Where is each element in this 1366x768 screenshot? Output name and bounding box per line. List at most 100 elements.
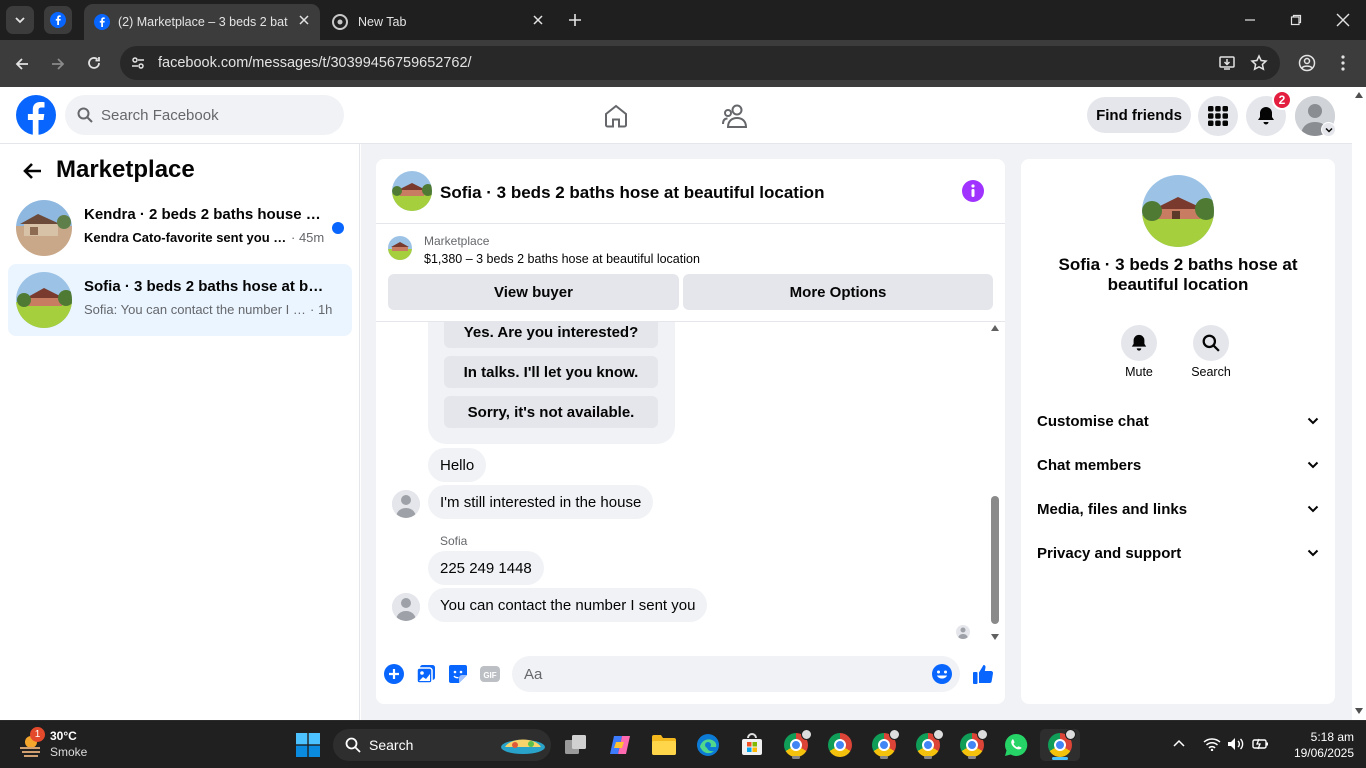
whatsapp-app[interactable] <box>1000 729 1032 761</box>
back-arrow-icon[interactable] <box>14 56 30 72</box>
quick-reply-button[interactable]: Yes. Are you interested? <box>444 322 658 348</box>
listing-thumbnail <box>16 272 72 328</box>
clock-date: 19/06/2025 <box>1293 746 1354 760</box>
tab-marketplace[interactable]: (2) Marketplace – 3 beds 2 bath <box>84 4 320 40</box>
scroll-down-arrow-icon[interactable] <box>1354 707 1364 715</box>
microsoft-store-app[interactable] <box>736 729 768 761</box>
home-icon[interactable] <box>603 103 629 129</box>
banner-label: Marketplace <box>424 234 490 248</box>
chat-title[interactable]: Sofia · 3 beds 2 baths hose at beautiful… <box>440 183 824 203</box>
chrome-profile-4[interactable] <box>912 729 944 761</box>
menu-button[interactable] <box>1198 96 1238 136</box>
gif-icon[interactable]: GIF <box>480 664 500 684</box>
scrollbar-thumb[interactable] <box>991 496 999 624</box>
find-friends-button[interactable]: Find friends <box>1087 97 1191 133</box>
new-tab-plus-icon[interactable] <box>568 13 582 27</box>
search-placeholder: Search Facebook <box>101 106 219 124</box>
mute-button[interactable] <box>1121 325 1157 361</box>
conversation-title: Sofia · 3 beds 2 baths hose at bea... <box>84 278 324 295</box>
chrome-active-window[interactable] <box>1040 729 1080 761</box>
wifi-icon[interactable] <box>1203 737 1221 751</box>
chrome-profile-2[interactable] <box>824 729 856 761</box>
scroll-up-arrow-icon[interactable] <box>990 324 1000 332</box>
message-scrollbar[interactable] <box>990 324 1000 644</box>
tab-new-tab[interactable]: New Tab <box>322 4 554 40</box>
clock[interactable]: 5:18 am 19/06/2025 <box>1278 729 1354 761</box>
more-options-button[interactable]: More Options <box>683 274 993 310</box>
search-facebook-input[interactable]: Search Facebook <box>65 95 344 135</box>
facebook-icon <box>50 12 66 28</box>
search-in-conversation-button[interactable] <box>1193 325 1229 361</box>
facebook-logo-icon[interactable] <box>16 95 56 135</box>
forward-arrow-icon[interactable] <box>50 56 66 72</box>
section-label: Chat members <box>1037 456 1142 474</box>
like-thumb-icon[interactable] <box>972 663 994 685</box>
weather-widget[interactable]: 1 30°C Smoke <box>14 727 124 761</box>
file-explorer-app[interactable] <box>648 729 680 761</box>
start-button[interactable] <box>292 729 324 761</box>
friends-icon[interactable] <box>721 103 749 129</box>
search-label: Search <box>1191 365 1231 379</box>
battery-icon[interactable] <box>1251 737 1269 751</box>
quick-reply-button[interactable]: Sorry, it's not available. <box>444 396 658 428</box>
taskbar-search-label: Search <box>369 737 414 753</box>
page-scrollbar[interactable] <box>1352 87 1366 720</box>
chrome-icon <box>332 14 348 30</box>
quick-reply-button[interactable]: In talks. I'll let you know. <box>444 356 658 388</box>
bookmark-star-icon[interactable] <box>1250 54 1268 72</box>
conversation-item-kendra[interactable]: Kendra · 2 beds 2 baths house at... Kend… <box>8 192 352 264</box>
scroll-up-arrow-icon[interactable] <box>1354 91 1364 99</box>
task-view-button[interactable] <box>560 729 592 761</box>
tab-search-button[interactable] <box>6 6 34 34</box>
tab-title: New Tab <box>358 15 407 29</box>
chat-avatar[interactable] <box>392 171 432 211</box>
message-input[interactable]: Aa <box>512 656 960 692</box>
browser-menu-icon[interactable] <box>1340 54 1346 72</box>
photo-gallery-icon[interactable] <box>416 664 436 684</box>
chrome-profile-5[interactable] <box>956 729 988 761</box>
install-app-icon[interactable] <box>1218 54 1236 72</box>
sticker-icon[interactable] <box>448 664 468 684</box>
listing-price-title[interactable]: $1,380 – 3 beds 2 baths hose at beautifu… <box>424 252 700 266</box>
chat-header: Sofia · 3 beds 2 baths hose at beautiful… <box>376 159 1005 224</box>
emoji-icon[interactable] <box>932 664 952 684</box>
taskbar-search-box[interactable]: Search <box>333 729 551 761</box>
conversation-info-icon[interactable] <box>962 180 984 202</box>
chrome-profile-1[interactable] <box>780 729 812 761</box>
close-window-icon[interactable] <box>1336 13 1350 27</box>
reload-icon[interactable] <box>86 55 102 71</box>
address-bar[interactable]: facebook.com/messages/t/3039945675965276… <box>120 46 1280 80</box>
conversation-time: · 1h <box>310 302 333 317</box>
edge-icon <box>697 734 719 756</box>
scroll-down-arrow-icon[interactable] <box>990 633 1000 641</box>
section-privacy-support[interactable]: Privacy and support <box>1037 541 1319 565</box>
account-chevron-badge[interactable] <box>1321 122 1336 137</box>
volume-icon[interactable] <box>1227 737 1245 751</box>
edge-app[interactable] <box>692 729 724 761</box>
message-list: Yes. Are you interested? In talks. I'll … <box>376 322 1005 647</box>
section-chat-members[interactable]: Chat members <box>1037 453 1319 477</box>
conversation-item-sofia[interactable]: Sofia · 3 beds 2 baths hose at bea... So… <box>8 264 352 336</box>
copilot-app[interactable] <box>604 729 636 761</box>
close-tab-icon[interactable] <box>298 14 310 26</box>
details-name: Sofia · 3 beds 2 baths hose at beautiful… <box>1058 255 1298 294</box>
plus-circle-icon[interactable] <box>384 664 404 684</box>
section-customise-chat[interactable]: Customise chat <box>1037 409 1319 433</box>
conversation-title: Kendra · 2 beds 2 baths house at... <box>84 206 324 223</box>
profile-icon[interactable] <box>1298 54 1316 72</box>
show-hidden-icons-chevron-icon[interactable] <box>1173 739 1185 747</box>
chrome-profile-3[interactable] <box>868 729 900 761</box>
chrome-icon <box>960 729 988 757</box>
whatsapp-icon <box>1005 733 1028 756</box>
minimize-icon[interactable] <box>1244 14 1256 26</box>
close-tab-icon[interactable] <box>532 14 544 26</box>
section-media-files-links[interactable]: Media, files and links <box>1037 497 1319 521</box>
restore-icon[interactable] <box>1290 14 1302 26</box>
pinned-facebook-tab[interactable] <box>44 6 72 34</box>
unread-dot <box>332 222 344 234</box>
back-arrow-icon[interactable] <box>22 162 42 180</box>
site-info-icon[interactable] <box>130 55 146 71</box>
windows-logo-icon <box>296 733 320 757</box>
windows-taskbar: 1 30°C Smoke Search 5:18 am 19/06/2025 <box>0 720 1366 768</box>
view-buyer-button[interactable]: View buyer <box>388 274 679 310</box>
